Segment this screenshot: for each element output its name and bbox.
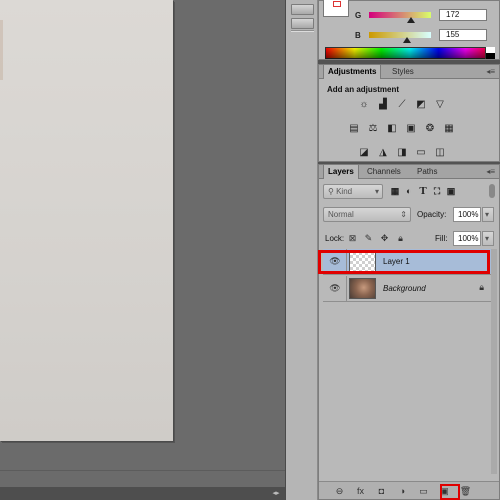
fx-icon[interactable]: fx <box>354 485 367 497</box>
slider-knob-icon[interactable] <box>402 37 411 43</box>
opacity-dropdown-icon[interactable]: ▾ <box>482 207 494 222</box>
layer-name[interactable]: Background <box>383 284 426 293</box>
fill-label: Fill: <box>435 234 448 243</box>
levels-icon[interactable]: ▟ <box>376 98 390 111</box>
layers-panel: Layers Channels Paths ◂≡ ⚲ Kind ▾ ▦ ◐ T ⛶ ▣… <box>318 164 500 500</box>
threshold-icon[interactable]: ◨ <box>395 146 409 159</box>
smart-object-filter-icon[interactable]: ▣ <box>445 185 457 197</box>
fill-input[interactable]: 100% <box>453 231 481 246</box>
curves-icon[interactable]: ⟋ <box>395 98 409 111</box>
new-layer-highlight-annotation <box>440 484 460 500</box>
exposure-icon[interactable]: ◩ <box>414 98 428 111</box>
visibility-toggle[interactable]: 👁︎ <box>323 276 347 302</box>
adjustments-panel: Adjustments Styles ◂≡ Add an adjustment ☼ ▟… <box>318 64 500 162</box>
color-lookup-icon[interactable]: ▦ <box>442 122 456 135</box>
channel-value-input[interactable]: 155 <box>439 29 487 41</box>
chevron-updown-icon: ⇕ <box>400 210 407 219</box>
trash-icon[interactable]: 🗑︎ <box>459 485 472 497</box>
lock-all-icon[interactable]: 🔒︎ <box>395 233 406 244</box>
opacity-label: Opacity: <box>417 210 447 219</box>
layers-scrollbar[interactable] <box>491 249 497 474</box>
lock-position-icon[interactable]: ✥ <box>379 233 390 244</box>
channel-label: G <box>355 11 362 20</box>
hue-saturation-icon[interactable]: ▤ <box>347 122 361 135</box>
search-icon: ⚲ <box>328 187 337 196</box>
spectrum-shade <box>325 47 495 59</box>
gradient-map-icon[interactable]: ▭ <box>414 146 428 159</box>
kind-filter-label: Kind <box>336 187 353 196</box>
adjustments-title: Add an adjustment <box>327 85 400 94</box>
canvas-workspace[interactable] <box>0 0 285 500</box>
chevron-down-icon: ▾ <box>374 187 379 196</box>
pixel-filter-icon[interactable]: ▦ <box>389 185 401 197</box>
adjustment-filter-icon[interactable]: ◐ <box>403 185 415 197</box>
layer-row[interactable]: 👁︎ Background 🔒︎ <box>323 276 494 302</box>
brightness-contrast-icon[interactable]: ☼ <box>357 98 371 111</box>
panel-menu-icon[interactable]: ◂≡ <box>486 167 495 176</box>
swatch-warning-icon <box>333 1 341 7</box>
tab-adjustments[interactable]: Adjustments <box>323 65 382 79</box>
panel-menu-icon[interactable]: ◂≡ <box>486 67 495 76</box>
tab-styles[interactable]: Styles <box>388 65 418 79</box>
black-white-icon[interactable]: ◧ <box>385 122 399 135</box>
tab-paths[interactable]: Paths <box>413 165 441 179</box>
layers-footer: ⊖ fx ◘ ◑ ▭ ▣ 🗑︎ <box>319 481 499 499</box>
opacity-input[interactable]: 100% <box>453 207 481 222</box>
fill-dropdown-icon[interactable]: ▾ <box>482 231 494 246</box>
type-filter-icon[interactable]: T <box>417 185 429 197</box>
color-panel: G 172 B 155 <box>318 0 500 60</box>
document-canvas[interactable] <box>0 0 173 441</box>
vibrance-icon[interactable]: ▽ <box>433 98 447 111</box>
panel-dock <box>285 0 318 500</box>
tab-channels[interactable]: Channels <box>363 165 405 179</box>
lock-icon[interactable]: 🔒︎ <box>479 282 484 293</box>
dock-separator <box>291 30 314 32</box>
kind-filter-select[interactable]: ⚲ Kind ▾ <box>323 184 383 199</box>
adjustments-tabstrip: Adjustments Styles ◂≡ <box>319 65 499 79</box>
color-balance-icon[interactable]: ⚖ <box>366 122 380 135</box>
posterize-icon[interactable]: ◮ <box>376 146 390 159</box>
dock-button-history-icon[interactable] <box>291 18 314 29</box>
channel-slider[interactable] <box>369 32 431 38</box>
mask-icon[interactable]: ◘ <box>375 485 388 497</box>
slider-knob-icon[interactable] <box>406 17 415 23</box>
invert-icon[interactable]: ◪ <box>357 146 371 159</box>
canvas-edge <box>0 20 3 80</box>
dock-button-swatches-icon[interactable] <box>291 4 314 15</box>
channel-mixer-icon[interactable]: ❂ <box>423 122 437 135</box>
foreground-swatch[interactable] <box>323 0 349 17</box>
channel-slider[interactable] <box>369 12 431 18</box>
selective-color-icon[interactable]: ◫ <box>433 146 447 159</box>
lock-image-pixels-icon[interactable]: ✎ <box>363 233 374 244</box>
eye-icon: 👁︎ <box>329 283 341 293</box>
layer-highlight-annotation <box>318 250 490 274</box>
lock-label: Lock: <box>325 234 345 243</box>
channel-label: B <box>355 31 361 40</box>
filter-toggle-switch[interactable] <box>489 184 495 198</box>
layer-thumbnail[interactable] <box>349 278 376 299</box>
status-bar <box>0 487 285 500</box>
adjustment-layer-icon[interactable]: ◑ <box>396 485 409 497</box>
blend-mode-value: Normal <box>328 210 354 219</box>
blend-mode-select[interactable]: Normal ⇕ <box>323 207 411 222</box>
layers-tabstrip: Layers Channels Paths ◂≡ <box>319 165 499 179</box>
status-bar-arrow-icon[interactable]: ◂▸ <box>270 489 282 498</box>
channel-value-input[interactable]: 172 <box>439 9 487 21</box>
link-icon[interactable]: ⊖ <box>333 485 346 497</box>
lock-transparent-pixels-icon[interactable]: ⊠ <box>347 233 358 244</box>
group-folder-icon[interactable]: ▭ <box>417 485 430 497</box>
photo-filter-icon[interactable]: ▣ <box>404 122 418 135</box>
shape-filter-icon[interactable]: ⛶ <box>431 185 443 197</box>
tab-layers[interactable]: Layers <box>323 165 359 179</box>
black-white-ramp[interactable] <box>485 47 495 59</box>
